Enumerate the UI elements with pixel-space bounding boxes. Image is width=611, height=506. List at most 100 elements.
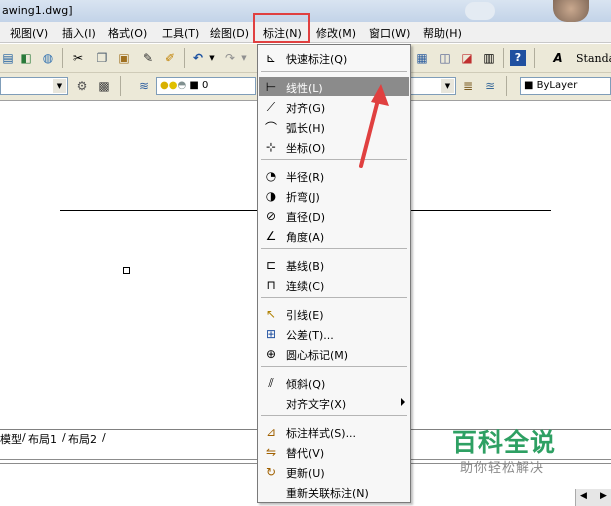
menu-tools[interactable]: 工具(T) [162, 25, 199, 41]
horizontal-scrollbar[interactable]: ◀ ▶ [575, 489, 611, 506]
menu-item-baseline[interactable]: ⊏ 基线(B) [259, 255, 409, 274]
layer-previous-icon[interactable]: ≊ [482, 78, 498, 94]
linetype-value: ByLayer [536, 80, 578, 91]
cut-icon[interactable]: ✂ [70, 50, 86, 66]
make-layer-current-icon[interactable]: ≣ [460, 78, 476, 94]
toolbar-separator [534, 48, 535, 68]
menu-separator [261, 297, 407, 298]
toolbar-separator [120, 76, 121, 96]
menu-modify[interactable]: 修改(M) [316, 25, 356, 41]
watermark: 百科全说 助你轻松解决 [436, 420, 611, 480]
linetype-combo[interactable]: ■ ByLayer [520, 77, 611, 95]
leader-icon: ↖ [265, 307, 277, 321]
menu-item-update[interactable]: ↻ 更新(U) [259, 462, 409, 481]
submenu-arrow-icon [401, 398, 405, 406]
plot-preview-icon[interactable]: ◧ [18, 50, 34, 66]
workspace-settings-icon[interactable]: ⚙ [74, 78, 90, 94]
text-style-value[interactable]: Standa [576, 52, 611, 65]
menu-format[interactable]: 格式(O) [108, 25, 147, 41]
ordinate-icon: ⊹ [265, 140, 277, 154]
scroll-right-icon[interactable]: ▶ [600, 491, 607, 501]
menu-window[interactable]: 窗口(W) [369, 25, 410, 41]
menu-item-override[interactable]: ⇋ 替代(V) [259, 442, 409, 461]
menu-item-quick-dimension[interactable]: ⊾ 快速标注(Q) [259, 48, 409, 67]
annotation-arrow-icon [359, 84, 389, 168]
tab-layout1[interactable]: 布局1 [28, 431, 57, 447]
calculator-icon[interactable]: ▥ [481, 50, 497, 66]
cursor-pickbox [123, 267, 130, 274]
menu-separator [261, 71, 407, 72]
tab-layout2[interactable]: 布局2 [68, 431, 97, 447]
color-combo[interactable]: ▼ [410, 77, 456, 95]
chevron-down-icon[interactable]: ▼ [236, 50, 252, 66]
toolbar-separator [62, 48, 63, 68]
avatar[interactable] [553, 0, 589, 22]
watermark-slogan: 助你轻松解决 [460, 461, 545, 476]
design-center-icon[interactable]: ◫ [437, 50, 453, 66]
center-mark-icon: ⊕ [265, 347, 277, 361]
aligned-dimension-icon: ⟋ [266, 99, 276, 114]
oblique-icon: ⫽ [268, 375, 274, 390]
chevron-down-icon[interactable]: ▼ [441, 79, 454, 93]
copy-icon[interactable]: ❐ [94, 50, 110, 66]
plot-icon[interactable]: ▤ [0, 50, 16, 66]
menu-view[interactable]: 视图(V) [10, 25, 48, 41]
watermark-logo: 百科全说 [452, 428, 557, 457]
layer-on-icon[interactable]: ● [160, 80, 169, 91]
chevron-down-icon[interactable]: ▼ [53, 79, 66, 93]
menu-separator [261, 415, 407, 416]
menu-separator [261, 248, 407, 249]
tab-model[interactable]: 模型 [0, 431, 22, 447]
tab-separator: / [22, 431, 26, 444]
menu-item-oblique[interactable]: ⫽ 倾斜(Q) [259, 373, 409, 392]
menu-highlight-box [253, 13, 310, 43]
layer-color-swatch: ■ [189, 80, 199, 91]
tool-palettes-icon[interactable]: ◪ [459, 50, 475, 66]
toolbar-separator [503, 48, 504, 68]
menu-item-dimension-style[interactable]: ⊿ 标注样式(S)... [259, 422, 409, 441]
properties-icon[interactable]: ▦ [414, 50, 430, 66]
toolbar-separator [184, 48, 185, 68]
help-icon[interactable]: ? [510, 50, 526, 66]
linetype-swatch: ■ [524, 80, 534, 91]
update-icon: ↻ [265, 465, 277, 479]
menu-item-diameter[interactable]: ⊘ 直径(D) [259, 206, 409, 225]
window-title: awing1.dwg] [2, 4, 73, 17]
chevron-down-icon[interactable]: ▼ [204, 50, 220, 66]
menu-item-angular[interactable]: ∠ 角度(A) [259, 226, 409, 245]
menu-draw[interactable]: 绘图(D) [210, 25, 249, 41]
menu-insert[interactable]: 插入(I) [62, 25, 96, 41]
layer-combo[interactable]: ●●◓ ■ 0 [156, 77, 256, 95]
paste-icon[interactable]: ▣ [116, 50, 132, 66]
layer-manager-icon[interactable]: ≋ [136, 78, 152, 94]
angular-icon: ∠ [265, 229, 277, 243]
menu-item-leader[interactable]: ↖ 引线(E) [259, 304, 409, 323]
match-properties-icon[interactable]: ✎ [140, 50, 156, 66]
tab-separator: / [62, 431, 66, 444]
menu-item-continue[interactable]: ⊓ 连续(C) [259, 275, 409, 294]
menu-item-center-mark[interactable]: ⊕ 圆心标记(M) [259, 344, 409, 363]
override-icon: ⇋ [265, 445, 277, 459]
title-search-box[interactable] [465, 2, 495, 20]
menu-separator [261, 366, 407, 367]
menu-item-align-text[interactable]: 对齐文字(X) [259, 393, 409, 412]
layer-name: 0 [202, 80, 209, 91]
block-editor-icon[interactable]: ✐ [162, 50, 178, 66]
menu-item-reassociate[interactable]: 重新关联标注(N) [259, 482, 409, 501]
scroll-left-icon[interactable]: ◀ [580, 491, 587, 501]
layer-lock-icon[interactable]: ◓ [177, 80, 186, 91]
quick-dimension-icon: ⊾ [265, 51, 277, 65]
linear-dimension-icon: ⊢ [265, 80, 277, 94]
workspace-save-icon[interactable]: ▩ [96, 78, 112, 94]
workspace-combo[interactable]: ▼ [0, 77, 68, 95]
baseline-icon: ⊏ [265, 258, 277, 272]
menu-item-jogged[interactable]: ◑ 折弯(J) [259, 186, 409, 205]
radius-icon: ◔ [265, 169, 277, 183]
menu-help[interactable]: 帮助(H) [423, 25, 462, 41]
publish-icon[interactable]: ◍ [40, 50, 56, 66]
tolerance-icon: ⊞ [265, 327, 277, 341]
menu-item-tolerance[interactable]: ⊞ 公差(T)... [259, 324, 409, 343]
continue-icon: ⊓ [266, 278, 276, 292]
diameter-icon: ⊘ [265, 209, 277, 223]
text-style-icon[interactable]: A [550, 50, 566, 66]
